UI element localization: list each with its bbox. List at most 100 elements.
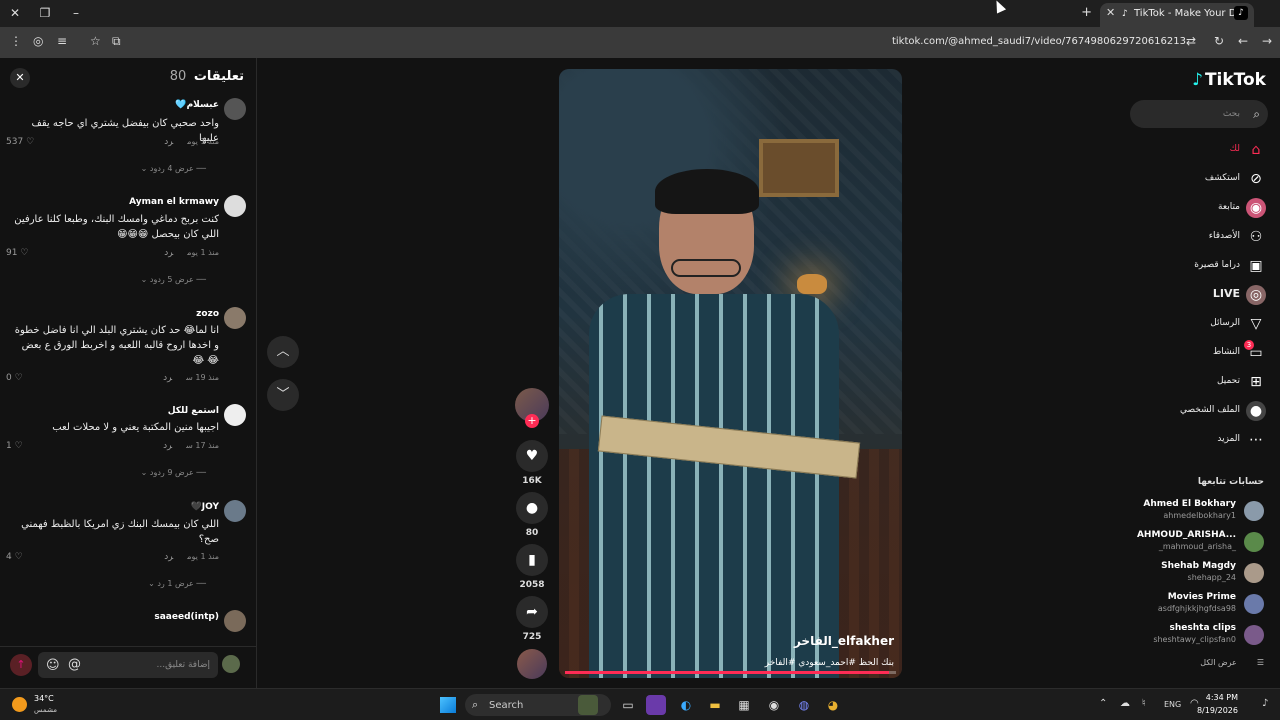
comment-likes[interactable]: 4 ♡ [6, 552, 23, 562]
language-indicator[interactable]: ENG [1164, 700, 1181, 709]
reply-button[interactable]: رد [164, 137, 173, 147]
avatar[interactable] [224, 307, 246, 329]
clock-date[interactable]: 8/19/2026 [1197, 706, 1238, 715]
see-all-button[interactable]: ☰ عرض الكل [1200, 658, 1264, 667]
tray-chevron-icon[interactable]: ⌃ [1099, 698, 1107, 709]
comment-input[interactable] [38, 652, 218, 678]
account-item[interactable]: AHMOUD_ARISHA... _mahmoud_arisha_ [1124, 530, 1264, 554]
reply-button[interactable]: رد [164, 248, 173, 258]
video-progress-bar[interactable] [565, 671, 896, 674]
site-settings-icon[interactable]: ⇄ [1186, 34, 1196, 48]
chrome-icon[interactable]: ◕ [823, 695, 843, 715]
nav-explore[interactable]: ⊘ استكشف [1126, 169, 1266, 191]
edge-icon[interactable]: ◐ [676, 695, 696, 715]
reload-icon[interactable]: ↻ [1214, 34, 1224, 48]
microphone-icon[interactable]: ♮ [1142, 698, 1146, 709]
nav-following[interactable]: ◉ متابعة [1126, 198, 1266, 220]
avatar[interactable] [224, 404, 246, 426]
chevron-down-icon: ﹀ [276, 387, 290, 402]
share-button[interactable]: ➦ [516, 596, 548, 628]
close-comments-icon[interactable]: ✕ [10, 68, 30, 88]
copilot-icon[interactable] [646, 695, 666, 715]
reply-button[interactable]: رد [164, 552, 173, 562]
follow-plus-icon[interactable]: + [525, 414, 539, 428]
nav-live[interactable]: ◎ LIVE [1126, 285, 1266, 307]
weather-temperature[interactable]: 34°C [34, 694, 54, 703]
back-icon[interactable]: → [1262, 34, 1272, 48]
mention-icon[interactable]: @ [68, 657, 81, 672]
send-comment-icon[interactable]: ↑ [10, 654, 32, 676]
new-tab-icon[interactable]: + [1081, 5, 1092, 20]
reply-button[interactable]: رد [163, 441, 172, 451]
account-item[interactable]: sheshta clips sheshtawy_clipsfan0 [1124, 623, 1264, 647]
search-icon[interactable]: ⌕ [1253, 107, 1260, 122]
view-replies-button[interactable]: ── عرض 4 ردود ⌄ [141, 164, 206, 173]
nav-more[interactable]: ⋯ المزيد [1126, 430, 1266, 452]
bookmark-star-icon[interactable]: ☆ [90, 34, 101, 48]
comment-likes[interactable]: 1 ♡ [6, 441, 23, 451]
tiktok-logo[interactable]: ♪ TikTok [1192, 70, 1266, 90]
github-icon[interactable]: ◉ [764, 695, 784, 715]
emoji-icon[interactable]: ☺ [46, 658, 60, 673]
comment-likes[interactable]: 0 ♡ [6, 373, 23, 383]
account-item[interactable]: Shehab Magdy shehapp_24 [1124, 561, 1264, 585]
like-button[interactable]: ♥ [516, 440, 548, 472]
comment-username[interactable]: Ayman el krmawy [129, 197, 219, 207]
windows-start-icon[interactable] [440, 697, 456, 713]
translate-icon[interactable]: ⧉ [112, 34, 121, 49]
avatar[interactable] [224, 98, 246, 120]
clock-time[interactable]: 4:34 PM [1206, 693, 1238, 702]
discord-icon[interactable]: ◍ [794, 695, 814, 715]
tab-close-icon[interactable]: ✕ [1106, 6, 1115, 19]
task-view-icon[interactable]: ▭ [618, 695, 638, 715]
reply-button[interactable]: رد [163, 373, 172, 383]
nav-upload[interactable]: ⊞ تحميل [1126, 372, 1266, 394]
tiktok-extension-icon[interactable]: ♪ [1234, 6, 1248, 20]
video-username[interactable]: elfakher_الفاخر [794, 634, 894, 648]
window-close-icon[interactable]: ✕ [5, 4, 25, 22]
comment-username[interactable]: saaeed(intp) [154, 612, 219, 622]
avatar[interactable] [224, 500, 246, 522]
comment-username[interactable]: استمع للكل [168, 406, 219, 416]
comment-username[interactable]: JOY🖤 [191, 502, 219, 512]
forward-icon[interactable]: ← [1238, 34, 1248, 48]
comment-likes[interactable]: 537 ♡ [6, 137, 34, 147]
view-replies-button[interactable]: ── عرض 1 رد ⌄ [148, 579, 206, 588]
nav-short-drama[interactable]: ▣ دراما قصيرة [1126, 256, 1266, 278]
comment-likes[interactable]: 91 ♡ [6, 248, 28, 258]
account-item[interactable]: Movies Prime asdfghjkkjhgfdsa98 [1124, 592, 1264, 616]
comment-username[interactable]: عبسلام🩵 [175, 100, 219, 110]
widget-icon[interactable] [578, 695, 598, 715]
previous-video-button[interactable]: ︿ [267, 336, 299, 368]
music-disc-icon[interactable] [517, 649, 547, 679]
tab-tiktok[interactable]: ✕ ♪ TikTok - Make Your Day [1100, 3, 1254, 27]
save-button[interactable]: ▮ [516, 544, 548, 576]
nav-activity[interactable]: ▭ 3 النشاط [1126, 340, 1266, 365]
account-item[interactable]: Ahmed El Bokhary ahmedelbokhary1 [1124, 499, 1264, 523]
cloud-icon[interactable]: ☁ [1120, 698, 1130, 709]
store-icon[interactable]: ▦ [734, 695, 754, 715]
url-text[interactable]: tiktok.com/@ahmed_saudi7/video/767498062… [892, 36, 1186, 47]
search-input[interactable] [1130, 100, 1268, 128]
sun-icon[interactable] [12, 697, 27, 712]
video-player[interactable]: elfakher_الفاخر بنك الحظ #احمد_سعودي #ال… [559, 69, 902, 678]
avatar[interactable] [224, 195, 246, 217]
tab-search-icon[interactable]: ≡ [57, 34, 67, 48]
file-explorer-icon[interactable]: ▬ [705, 695, 725, 715]
video-caption[interactable]: بنك الحظ #احمد_سعودي #الفاخر [765, 658, 894, 668]
window-restore-icon[interactable]: ❐ [35, 4, 55, 22]
avatar[interactable] [224, 610, 246, 632]
next-video-button[interactable]: ﹀ [267, 379, 299, 411]
comment-button[interactable]: ● [516, 492, 548, 524]
menu-dots-icon[interactable]: ⋮ [10, 34, 22, 48]
view-replies-button[interactable]: ── عرض 5 ردود ⌄ [141, 275, 206, 284]
nav-profile[interactable]: ● الملف الشخصي [1126, 401, 1266, 423]
nav-messages[interactable]: ▽ الرسائل [1126, 314, 1266, 336]
nav-friends[interactable]: ⚇ الأصدقاء [1126, 227, 1266, 249]
window-minimize-icon[interactable]: – [66, 4, 86, 22]
view-replies-button[interactable]: ── عرض 9 ردود ⌄ [141, 468, 206, 477]
comment-username[interactable]: zozo [196, 309, 219, 319]
nav-for-you[interactable]: ⌂ لك [1126, 140, 1266, 162]
notification-bell-icon[interactable]: ♪ [1262, 698, 1268, 709]
profile-icon[interactable]: ◎ [33, 34, 43, 48]
